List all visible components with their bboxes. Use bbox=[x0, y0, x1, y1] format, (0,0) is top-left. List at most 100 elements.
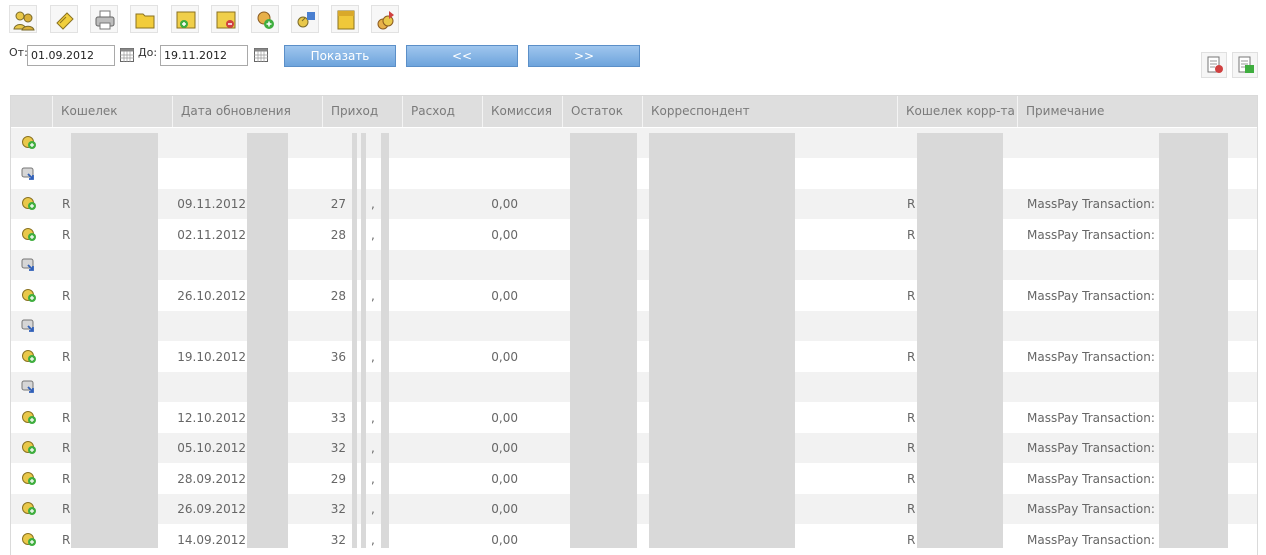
export-pdf-button[interactable] bbox=[1201, 52, 1227, 78]
redaction-mask bbox=[361, 133, 366, 548]
cell-income bbox=[288, 159, 346, 189]
cell-income-fraction bbox=[371, 159, 379, 189]
calendar-icon[interactable] bbox=[254, 48, 268, 62]
next-button[interactable]: >> bbox=[528, 45, 640, 67]
income-coin-icon bbox=[22, 288, 36, 302]
cell-income bbox=[288, 311, 346, 341]
cell-commission: 0,00 bbox=[491, 227, 518, 242]
cell-corr-wallet: R bbox=[907, 349, 916, 364]
cell-income-fraction: , bbox=[371, 532, 375, 547]
cell-income: 32 bbox=[330, 441, 346, 455]
cell-updated-date bbox=[172, 250, 246, 280]
cell-income: 27 bbox=[330, 197, 346, 211]
cell-note bbox=[1027, 128, 1157, 158]
transactions-grid: Кошелек Дата обновления Приход Расход Ко… bbox=[10, 95, 1258, 555]
cell-corr-wallet bbox=[907, 128, 916, 158]
cell-note: MassPay Transaction: bbox=[1027, 441, 1155, 455]
cell-corr-wallet: R bbox=[907, 502, 916, 516]
cell-commission: 0,00 bbox=[491, 410, 518, 425]
remove-item-icon[interactable] bbox=[211, 5, 239, 33]
income-coin-icon bbox=[22, 532, 36, 546]
cell-updated-date bbox=[172, 372, 246, 402]
cell-income: 28 bbox=[330, 288, 346, 303]
outgoing-transfer-icon bbox=[21, 258, 34, 271]
outgoing-transfer-icon bbox=[21, 167, 34, 180]
cell-income bbox=[288, 250, 346, 280]
exchange-icon[interactable] bbox=[291, 5, 319, 33]
from-date-input[interactable] bbox=[27, 45, 115, 66]
cell-updated-date: 19.10.2012 bbox=[177, 349, 246, 364]
cell-income bbox=[288, 372, 346, 402]
from-label: От: bbox=[9, 46, 28, 59]
header-income[interactable]: Приход bbox=[322, 96, 402, 127]
header-corr-wallet[interactable]: Кошелек корр-та bbox=[897, 96, 1017, 127]
cell-income-fraction: , bbox=[371, 197, 375, 211]
export-coins-icon[interactable] bbox=[371, 5, 399, 33]
cell-note: MassPay Transaction: bbox=[1027, 532, 1155, 547]
cell-income: 32 bbox=[330, 532, 346, 547]
archive-icon[interactable] bbox=[331, 5, 359, 33]
income-coin-icon bbox=[22, 227, 36, 241]
cell-income: 36 bbox=[330, 349, 346, 364]
add-item-icon[interactable] bbox=[171, 5, 199, 33]
cell-updated-date: 26.09.2012 bbox=[177, 502, 246, 516]
income-coin-icon bbox=[22, 197, 36, 210]
redaction-mask bbox=[570, 133, 637, 548]
cell-income-fraction: , bbox=[371, 502, 375, 516]
redaction-mask bbox=[649, 133, 795, 548]
folder-icon[interactable] bbox=[130, 5, 158, 33]
cell-income: 29 bbox=[330, 471, 346, 486]
calendar-icon[interactable] bbox=[120, 48, 134, 62]
income-coin-icon bbox=[22, 441, 36, 454]
income-coin-icon bbox=[22, 349, 36, 363]
cell-commission: 0,00 bbox=[491, 532, 518, 547]
cell-income-fraction: , bbox=[371, 410, 375, 425]
show-button[interactable]: Показать bbox=[284, 45, 396, 67]
cell-corr-wallet: R bbox=[907, 288, 916, 303]
header-updated-date[interactable]: Дата обновления bbox=[172, 96, 322, 127]
header-balance[interactable]: Остаток bbox=[562, 96, 642, 127]
cell-commission bbox=[441, 159, 518, 189]
outgoing-transfer-icon bbox=[21, 319, 34, 332]
cell-commission: 0,00 bbox=[491, 197, 518, 211]
cell-note bbox=[1027, 159, 1157, 189]
cell-commission: 0,00 bbox=[491, 288, 518, 303]
header-correspondent[interactable]: Корреспондент bbox=[642, 96, 897, 127]
cell-note: MassPay Transaction: bbox=[1027, 197, 1155, 211]
cell-corr-wallet: R bbox=[907, 532, 916, 547]
cell-income-fraction bbox=[371, 250, 379, 280]
header-note[interactable]: Примечание bbox=[1017, 96, 1257, 127]
cell-note: MassPay Transaction: bbox=[1027, 288, 1155, 303]
cell-updated-date: 05.10.2012 bbox=[177, 441, 246, 455]
cell-note bbox=[1027, 250, 1157, 280]
prev-button[interactable]: << bbox=[406, 45, 518, 67]
to-date-input[interactable] bbox=[160, 45, 248, 66]
header-expense[interactable]: Расход bbox=[402, 96, 482, 127]
add-coin-icon[interactable] bbox=[251, 5, 279, 33]
printer-icon[interactable] bbox=[90, 5, 118, 33]
cell-commission: 0,00 bbox=[491, 502, 518, 516]
redaction-mask bbox=[247, 133, 288, 548]
redaction-mask bbox=[1159, 133, 1228, 548]
cell-note bbox=[1027, 372, 1157, 402]
cell-corr-wallet bbox=[907, 372, 916, 402]
cell-corr-wallet bbox=[907, 311, 916, 341]
grid-header: Кошелек Дата обновления Приход Расход Ко… bbox=[11, 96, 1257, 127]
export-excel-button[interactable] bbox=[1232, 52, 1258, 78]
cell-income-fraction: , bbox=[371, 349, 375, 364]
header-wallet[interactable]: Кошелек bbox=[52, 96, 172, 127]
purse-icon[interactable] bbox=[50, 5, 78, 33]
cell-income: 32 bbox=[330, 502, 346, 516]
cell-note: MassPay Transaction: bbox=[1027, 349, 1155, 364]
redaction-mask bbox=[352, 133, 357, 548]
cell-updated-date bbox=[172, 159, 246, 189]
cell-commission bbox=[441, 250, 518, 280]
cell-updated-date: 14.09.2012 bbox=[177, 532, 246, 547]
users-icon[interactable] bbox=[9, 5, 37, 33]
cell-updated-date: 02.11.2012 bbox=[177, 227, 246, 242]
cell-income-fraction bbox=[371, 128, 379, 158]
cell-updated-date: 28.09.2012 bbox=[177, 471, 246, 486]
header-commission[interactable]: Комиссия bbox=[482, 96, 562, 127]
redaction-mask bbox=[917, 133, 1003, 548]
header-icon-col bbox=[11, 96, 52, 127]
